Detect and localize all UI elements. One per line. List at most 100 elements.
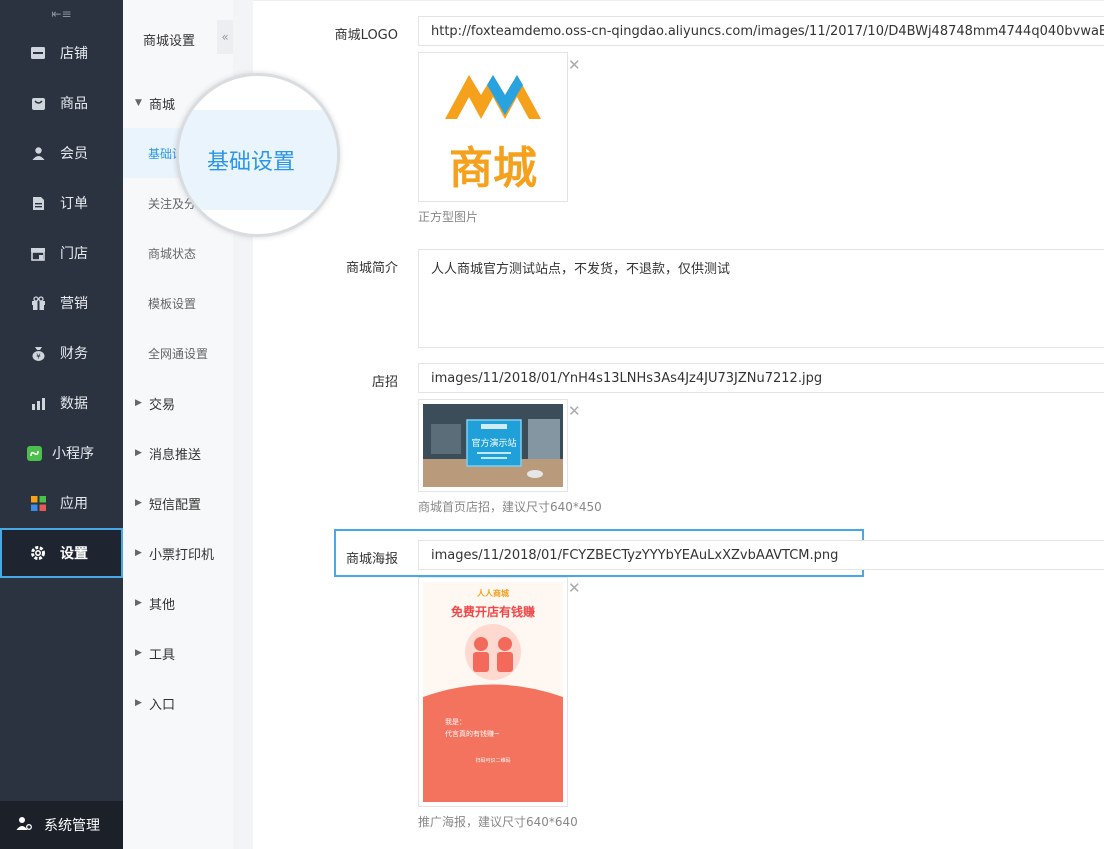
submenu-group-label: 商城 <box>149 97 176 113</box>
caret-right-icon: ▶ <box>135 398 142 408</box>
sidebar-item-label: 订单 <box>60 196 88 212</box>
submenu-item-label: 模板设置 <box>148 296 197 311</box>
close-icon: ✕ <box>568 402 581 420</box>
poster-thumbnail[interactable]: 人人商城 免费开店有钱赚 我是： 代言真的有钱赚~ 扫码可识二维码 <box>418 577 568 807</box>
sign-url-input[interactable]: images/11/2018/01/YnH4s13LNHs3As4Jz4JU73… <box>418 363 1104 393</box>
poster-url-input[interactable]: images/11/2018/01/FCYZBECTyzYYYbYEAuLxXZ… <box>418 540 1104 570</box>
poster-label: 商城海报 <box>345 552 398 567</box>
sidebar-item-order[interactable]: 订单 <box>0 178 123 228</box>
sign-label: 店招 <box>371 375 398 390</box>
poster-footer-text: 扫码可识二维码 <box>475 757 510 764</box>
logo-url-value: http://foxteamdemo.oss-cn-qingdao.aliyun… <box>431 23 1104 39</box>
sidebar-item-member[interactable]: 会员 <box>0 128 123 178</box>
sidebar-item-data[interactable]: 数据 <box>0 378 123 428</box>
submenu-collapse-button[interactable]: « <box>217 20 233 54</box>
remove-logo-button[interactable]: ✕ <box>568 56 581 74</box>
submenu-item-label: 商城状态 <box>148 246 197 261</box>
main-sidebar: ⇤≡ 店铺 商品 会员 订单 门店 营销 ¥ 财务 数据 小程序 应用 设置 系… <box>0 0 123 849</box>
submenu-group-label: 消息推送 <box>149 447 202 463</box>
remove-poster-button[interactable]: ✕ <box>568 579 581 597</box>
sidebar-item-label: 营销 <box>60 296 88 312</box>
sidebar-item-label: 设置 <box>60 546 88 562</box>
submenu-group-sms[interactable]: ▶ 短信配置 <box>123 478 233 528</box>
sidebar-item-goods[interactable]: 商品 <box>0 78 123 128</box>
logo-label: 商城LOGO <box>334 28 398 43</box>
sidebar-item-settings[interactable]: 设置 <box>0 528 123 578</box>
top-divider <box>253 0 1104 1</box>
submenu-group-label: 入口 <box>149 697 176 713</box>
sidebar-item-label: 应用 <box>60 496 88 512</box>
submenu-group-trade[interactable]: ▶ 交易 <box>123 378 233 428</box>
remove-sign-button[interactable]: ✕ <box>568 402 581 420</box>
sidebar-item-apps[interactable]: 应用 <box>0 478 123 528</box>
submenu-item-mall-status[interactable]: 商城状态 <box>123 228 233 278</box>
sidebar-item-finance[interactable]: ¥ 财务 <box>0 328 123 378</box>
intro-value: 人人商城官方测试站点，不发货，不退款，仅供测试 <box>431 262 731 277</box>
submenu-group-label: 小票打印机 <box>149 547 215 563</box>
submenu-group-label: 短信配置 <box>149 497 202 513</box>
caret-right-icon: ▶ <box>135 598 142 608</box>
user-settings-icon <box>16 816 32 835</box>
miniapp-icon <box>26 445 42 461</box>
sidebar-collapse-button[interactable]: ⇤≡ <box>0 0 123 28</box>
sidebar-item-label: 会员 <box>60 146 88 162</box>
sidebar-item-miniapp[interactable]: 小程序 <box>0 428 123 478</box>
submenu-group-entry[interactable]: ▶ 入口 <box>123 678 233 728</box>
poster-line1-text: 我是： <box>445 717 466 726</box>
logo-hint: 正方型图片 <box>418 210 479 224</box>
poster-image: 人人商城 免费开店有钱赚 我是： 代言真的有钱赚~ 扫码可识二维码 <box>423 582 563 802</box>
intro-textarea[interactable]: 人人商城官方测试站点，不发货，不退款，仅供测试 <box>418 249 1104 348</box>
poster-title-text: 免费开店有钱赚 <box>451 604 535 619</box>
poster-hint: 推广海报，建议尺寸640*640 <box>418 815 578 829</box>
caret-right-icon: ▶ <box>135 648 142 658</box>
sidebar-item-store[interactable]: 店铺 <box>0 28 123 78</box>
sidebar-item-label: 店铺 <box>60 46 88 62</box>
sign-thumbnail[interactable]: 官方演示站 <box>418 399 568 492</box>
member-icon <box>30 145 46 161</box>
apps-icon <box>30 495 46 511</box>
caret-right-icon: ▶ <box>135 448 142 458</box>
magnifier-callout: 基础设置 <box>176 73 340 237</box>
logo-thumbnail[interactable]: 商城 <box>418 52 568 202</box>
caret-right-icon: ▶ <box>135 498 142 508</box>
submenu-group-push[interactable]: ▶ 消息推送 <box>123 428 233 478</box>
svg-text:¥: ¥ <box>36 352 41 360</box>
sidebar-item-shop[interactable]: 门店 <box>0 228 123 278</box>
data-icon <box>30 395 46 411</box>
submenu-group-tools[interactable]: ▶ 工具 <box>123 628 233 678</box>
sidebar-item-marketing[interactable]: 营销 <box>0 278 123 328</box>
submenu-group-label: 其他 <box>149 597 176 613</box>
caret-right-icon: ▶ <box>135 698 142 708</box>
poster-brand-text: 人人商城 <box>477 588 509 598</box>
poster-line2-text: 代言真的有钱赚~ <box>445 729 500 738</box>
sign-image-text: 官方演示站 <box>471 437 516 449</box>
system-management-label: 系统管理 <box>44 818 100 834</box>
logo-image: 商城 <box>445 75 541 194</box>
gear-icon <box>30 545 46 561</box>
submenu-group-other[interactable]: ▶ 其他 <box>123 578 233 628</box>
submenu-group-label: 交易 <box>149 397 176 413</box>
order-icon <box>30 195 46 211</box>
caret-down-icon: ▼ <box>135 98 142 108</box>
system-management-button[interactable]: 系统管理 <box>0 801 123 849</box>
gift-icon <box>30 295 46 311</box>
double-chevron-left-icon: « <box>221 30 229 44</box>
collapse-icon: ⇤≡ <box>51 7 72 21</box>
sidebar-item-label: 门店 <box>60 246 88 262</box>
close-icon: ✕ <box>568 56 581 74</box>
sign-image: 官方演示站 <box>423 404 563 487</box>
sidebar-item-label: 数据 <box>60 396 88 412</box>
store-icon <box>30 45 46 61</box>
submenu-group-label: 工具 <box>149 647 176 663</box>
logo-image-text: 商城 <box>449 143 537 194</box>
finance-icon: ¥ <box>30 345 46 361</box>
submenu-item-template[interactable]: 模板设置 <box>123 278 233 328</box>
sidebar-item-label: 小程序 <box>52 446 94 462</box>
submenu-item-omnichannel[interactable]: 全网通设置 <box>123 328 233 378</box>
submenu-item-label: 全网通设置 <box>148 346 209 361</box>
magnifier-label: 基础设置 <box>207 150 296 175</box>
submenu-group-printer[interactable]: ▶ 小票打印机 <box>123 528 233 578</box>
logo-url-input[interactable]: http://foxteamdemo.oss-cn-qingdao.aliyun… <box>418 16 1104 46</box>
sidebar-item-label: 商品 <box>60 96 88 112</box>
caret-right-icon: ▶ <box>135 548 142 558</box>
